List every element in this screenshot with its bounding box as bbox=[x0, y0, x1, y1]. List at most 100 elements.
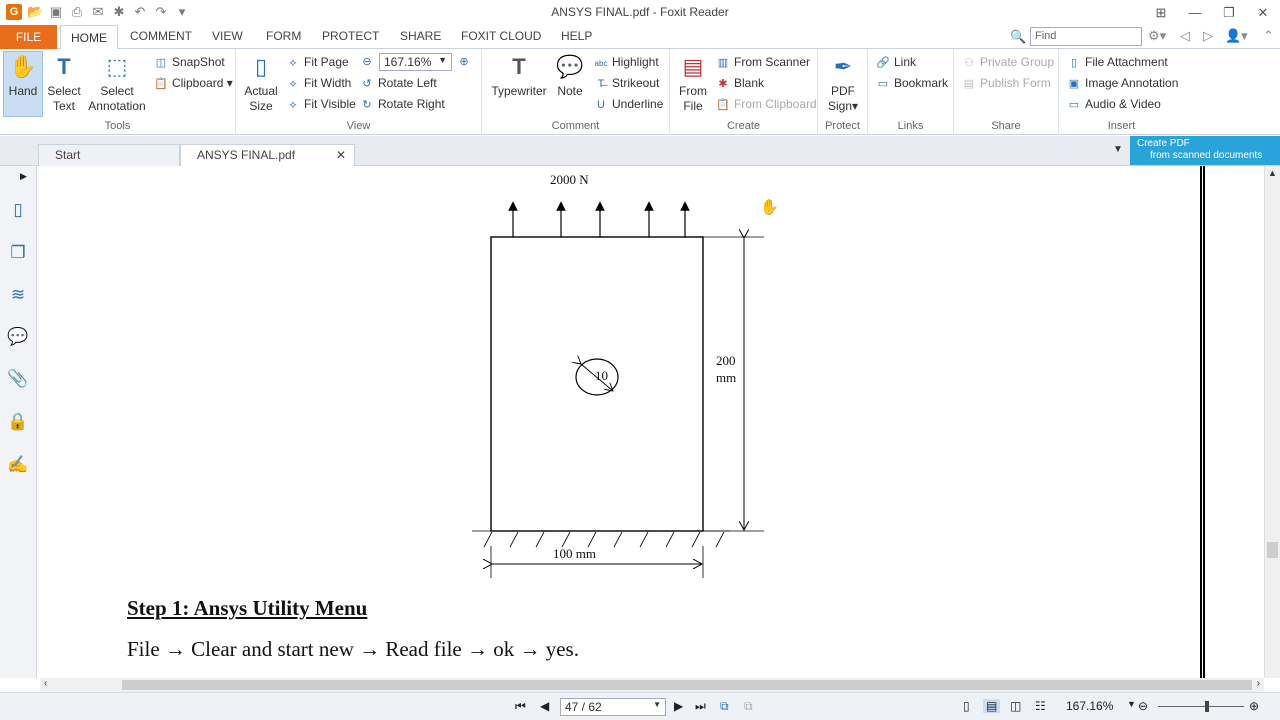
tab-file[interactable]: FILE bbox=[0, 25, 57, 49]
restore-button[interactable]: ❐ bbox=[1212, 0, 1246, 25]
clipboard-icon: 📋 bbox=[716, 99, 730, 111]
tab-list-icon[interactable]: ▼ bbox=[1113, 144, 1123, 155]
ui-options-icon[interactable]: ⊞ bbox=[1144, 0, 1178, 25]
forward-icon[interactable]: ▷ bbox=[1203, 28, 1213, 44]
file-attachment-button[interactable]: ▯ File Attachment bbox=[1067, 55, 1168, 69]
select-annotation-button[interactable]: ⬚ Select Annotation bbox=[86, 53, 148, 114]
minimize-button[interactable]: — bbox=[1178, 0, 1212, 25]
find-input[interactable]: Find bbox=[1030, 27, 1142, 46]
signatures-icon[interactable]: ✍ bbox=[7, 454, 29, 476]
clipboard-button[interactable]: 📋 Clipboard ▾ bbox=[154, 76, 233, 90]
tab-home[interactable]: HOME bbox=[60, 25, 118, 50]
previous-view-icon[interactable]: ⧉ bbox=[720, 699, 729, 714]
navigation-panel: ▶ ▯ ❐ ≋ 💬 📎 🔒 ✍ bbox=[0, 166, 37, 678]
bookmark-button[interactable]: ▭ Bookmark bbox=[876, 76, 948, 90]
attachments-icon[interactable]: 📎 bbox=[7, 368, 29, 390]
vertical-scrollbar[interactable]: ▲ bbox=[1264, 166, 1280, 678]
fit-visible-button[interactable]: ⟡ Fit Visible bbox=[286, 97, 355, 112]
select-text-button[interactable]: T Select Text bbox=[44, 53, 84, 114]
single-page-icon[interactable]: ▯ bbox=[963, 699, 970, 713]
audio-video-button[interactable]: ▭ Audio & Video bbox=[1067, 97, 1161, 111]
scroll-left-icon[interactable]: ‹ bbox=[44, 678, 47, 689]
scroll-up-icon[interactable]: ▲ bbox=[1268, 168, 1277, 178]
user-icon[interactable]: 👤▾ bbox=[1225, 28, 1248, 44]
highlight-button[interactable]: abc Highlight bbox=[594, 55, 659, 69]
zoom-select[interactable]: 167.16% ▼ bbox=[379, 53, 452, 71]
create-pdf-banner[interactable]: Create PDF from scanned documents bbox=[1130, 136, 1280, 165]
group-label-links: Links bbox=[897, 120, 924, 132]
rotate-right-button[interactable]: ↻ Rotate Right bbox=[360, 97, 444, 111]
fit-width-icon: ⟡ bbox=[289, 78, 297, 90]
group-label-protect: Protect bbox=[825, 120, 860, 132]
zoom-level[interactable]: 167.16% bbox=[1066, 699, 1113, 713]
close-button[interactable]: ✕ bbox=[1246, 0, 1280, 25]
link-button[interactable]: 🔗 Link bbox=[876, 55, 916, 69]
first-page-icon[interactable]: ⏮ bbox=[515, 699, 526, 714]
group-icon: ⚇ bbox=[964, 57, 974, 69]
group-label-insert: Insert bbox=[1107, 120, 1136, 132]
rotate-left-button[interactable]: ↺ Rotate Left bbox=[360, 76, 436, 90]
scroll-right-icon[interactable]: › bbox=[1257, 678, 1260, 689]
back-icon[interactable]: ◁ bbox=[1180, 28, 1190, 44]
security-lock-icon[interactable]: 🔒 bbox=[7, 411, 29, 433]
blank-button[interactable]: ✱ Blank bbox=[716, 76, 764, 90]
from-file-button[interactable]: ▤ From File bbox=[676, 53, 710, 114]
zoom-dropdown-icon[interactable]: ▼ bbox=[1127, 699, 1136, 709]
tab-form[interactable]: FORM bbox=[266, 29, 301, 43]
page-number-input[interactable]: 47 / 62 ▼ bbox=[560, 698, 666, 716]
tab-start[interactable]: Start bbox=[38, 144, 180, 166]
note-button[interactable]: 💬 Note bbox=[552, 53, 588, 99]
layers-icon[interactable]: ≋ bbox=[7, 284, 29, 306]
fit-page-button[interactable]: ⟡ Fit Page bbox=[286, 55, 348, 70]
snapshot-button[interactable]: ◫ SnapShot bbox=[154, 55, 225, 69]
strikeout-button[interactable]: T̶ Strikeout bbox=[594, 76, 660, 90]
from-clipboard-button[interactable]: 📋 From Clipboard bbox=[716, 97, 817, 111]
horizontal-scrollbar[interactable]: ‹ › bbox=[40, 678, 1264, 692]
last-page-icon[interactable]: ⏭ bbox=[695, 699, 706, 714]
tab-protect[interactable]: PROTECT bbox=[322, 29, 379, 43]
actual-size-button[interactable]: ▯ Actual Size bbox=[242, 53, 280, 114]
publish-form-button[interactable]: ▤ Publish Form bbox=[962, 76, 1051, 90]
find-options-icon[interactable]: 🔍 bbox=[1010, 29, 1026, 45]
previous-page-icon[interactable]: ◀ bbox=[540, 699, 549, 713]
close-tab-icon[interactable]: ✕ bbox=[336, 148, 346, 162]
underline-button[interactable]: U Underline bbox=[594, 97, 663, 111]
vertical-scroll-thumb[interactable] bbox=[1267, 542, 1278, 558]
private-group-button[interactable]: ⚇ Private Group bbox=[962, 55, 1054, 69]
collapse-ribbon-icon[interactable]: ⌃ bbox=[1263, 28, 1274, 44]
bookmarks-icon[interactable]: ▯ bbox=[7, 199, 29, 221]
typewriter-button[interactable]: T Typewriter bbox=[488, 53, 550, 99]
fit-width-button[interactable]: ⟡ Fit Width bbox=[286, 76, 351, 91]
horizontal-scroll-thumb[interactable] bbox=[122, 680, 1252, 690]
expand-panel-icon[interactable]: ▶ bbox=[20, 171, 27, 182]
document-view[interactable]: 2000 N 200 mm 10 100 mm ✋ Step 1: Ansys … bbox=[40, 166, 1264, 678]
strikeout-icon: T̶ bbox=[597, 78, 605, 90]
gear-icon[interactable]: ⚙▾ bbox=[1148, 28, 1166, 44]
title-bar: G 📂 ▣ ⎙ ✉ ✱ ↶ ↷ ▾ ANSYS FINAL.pdf - Foxi… bbox=[0, 0, 1280, 25]
tab-foxit-cloud[interactable]: FOXIT CLOUD bbox=[461, 29, 541, 43]
tab-view[interactable]: VIEW bbox=[212, 29, 243, 43]
image-annotation-button[interactable]: ▣ Image Annotation bbox=[1067, 76, 1179, 90]
tab-comment[interactable]: COMMENT bbox=[130, 29, 192, 43]
continuous-page-icon[interactable]: ▤ bbox=[983, 699, 1001, 713]
next-view-icon[interactable]: ⧉ bbox=[744, 699, 753, 714]
zoom-slider-thumb[interactable] bbox=[1205, 701, 1209, 712]
zoom-out-icon[interactable]: ⊖ bbox=[360, 54, 378, 68]
hand-button[interactable]: ✋ Hand bbox=[3, 53, 43, 99]
pages-icon[interactable]: ❐ bbox=[7, 242, 29, 264]
zoom-in-icon[interactable]: ⊕ bbox=[1249, 699, 1259, 713]
zoom-slider[interactable] bbox=[1158, 706, 1244, 707]
select-text-icon: T bbox=[57, 54, 71, 79]
comments-icon[interactable]: 💬 bbox=[7, 326, 29, 348]
pdf-sign-button[interactable]: ✒ PDF Sign▾ bbox=[824, 53, 862, 114]
tab-share[interactable]: SHARE bbox=[400, 29, 441, 43]
zoom-in-icon[interactable]: ⊕ bbox=[457, 54, 475, 68]
next-page-icon[interactable]: ▶ bbox=[674, 699, 683, 713]
bookmark-icon: ▭ bbox=[877, 78, 889, 90]
zoom-out-icon[interactable]: ⊖ bbox=[1138, 699, 1148, 713]
tab-help[interactable]: HELP bbox=[561, 29, 592, 43]
facing-page-icon[interactable]: ◫ bbox=[1010, 699, 1021, 713]
tab-ansys-final[interactable]: ANSYS FINAL.pdf ✕ bbox=[180, 144, 355, 166]
continuous-facing-icon[interactable]: ☷ bbox=[1035, 699, 1046, 713]
from-scanner-button[interactable]: ▥ From Scanner bbox=[716, 55, 810, 69]
